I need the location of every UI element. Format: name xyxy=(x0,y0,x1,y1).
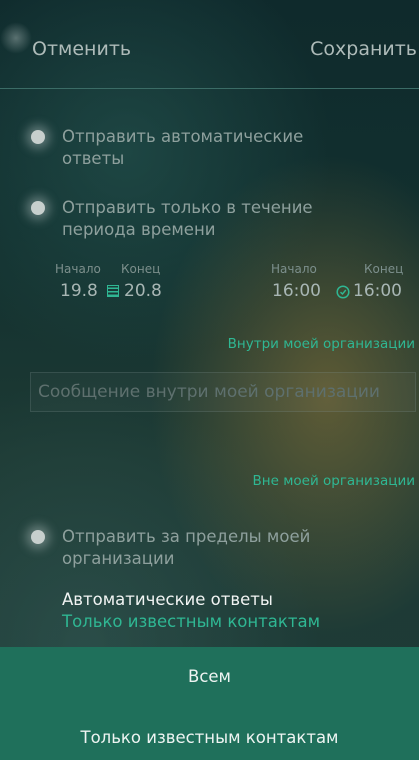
auto-replies-value[interactable]: Только известным контактам xyxy=(62,612,320,631)
end-date-label: Конец xyxy=(121,262,161,276)
start-date-label: Начало xyxy=(55,262,101,276)
inside-org-message-placeholder: Сообщение внутри моей организации xyxy=(38,382,380,402)
time-period-toggle[interactable] xyxy=(31,201,45,215)
glow-decoration xyxy=(0,22,32,54)
header-divider xyxy=(0,88,419,89)
outside-org-send-label: Отправить за пределы моей организации xyxy=(62,527,311,568)
outside-org-label: Вне моей организации xyxy=(252,473,415,489)
auto-replies-title: Автоматические ответы xyxy=(62,590,273,609)
clock-icon[interactable] xyxy=(336,284,350,299)
calendar-icon[interactable] xyxy=(107,285,119,297)
auto-reply-toggle[interactable] xyxy=(31,130,45,144)
end-date-value[interactable]: 20.8 xyxy=(124,281,162,301)
time-period-label: Отправить только в течение периода време… xyxy=(62,198,313,239)
sheet-option-known-contacts[interactable]: Только известным контактам xyxy=(0,728,419,747)
sheet-option-all[interactable]: Всем xyxy=(0,667,419,686)
end-time-label: Конец xyxy=(364,262,404,276)
start-date-value[interactable]: 19.8 xyxy=(60,281,98,301)
auto-reply-label: Отправить автоматические ответы xyxy=(62,127,304,168)
cancel-button[interactable]: Отменить xyxy=(32,38,131,60)
save-button[interactable]: Сохранить xyxy=(310,38,417,60)
start-time-value[interactable]: 16:00 xyxy=(272,281,321,301)
start-time-label: Начало xyxy=(271,262,317,276)
outside-org-toggle[interactable] xyxy=(31,530,45,544)
end-time-value[interactable]: 16:00 xyxy=(353,281,402,301)
inside-org-label: Внутри моей организации xyxy=(227,336,415,352)
